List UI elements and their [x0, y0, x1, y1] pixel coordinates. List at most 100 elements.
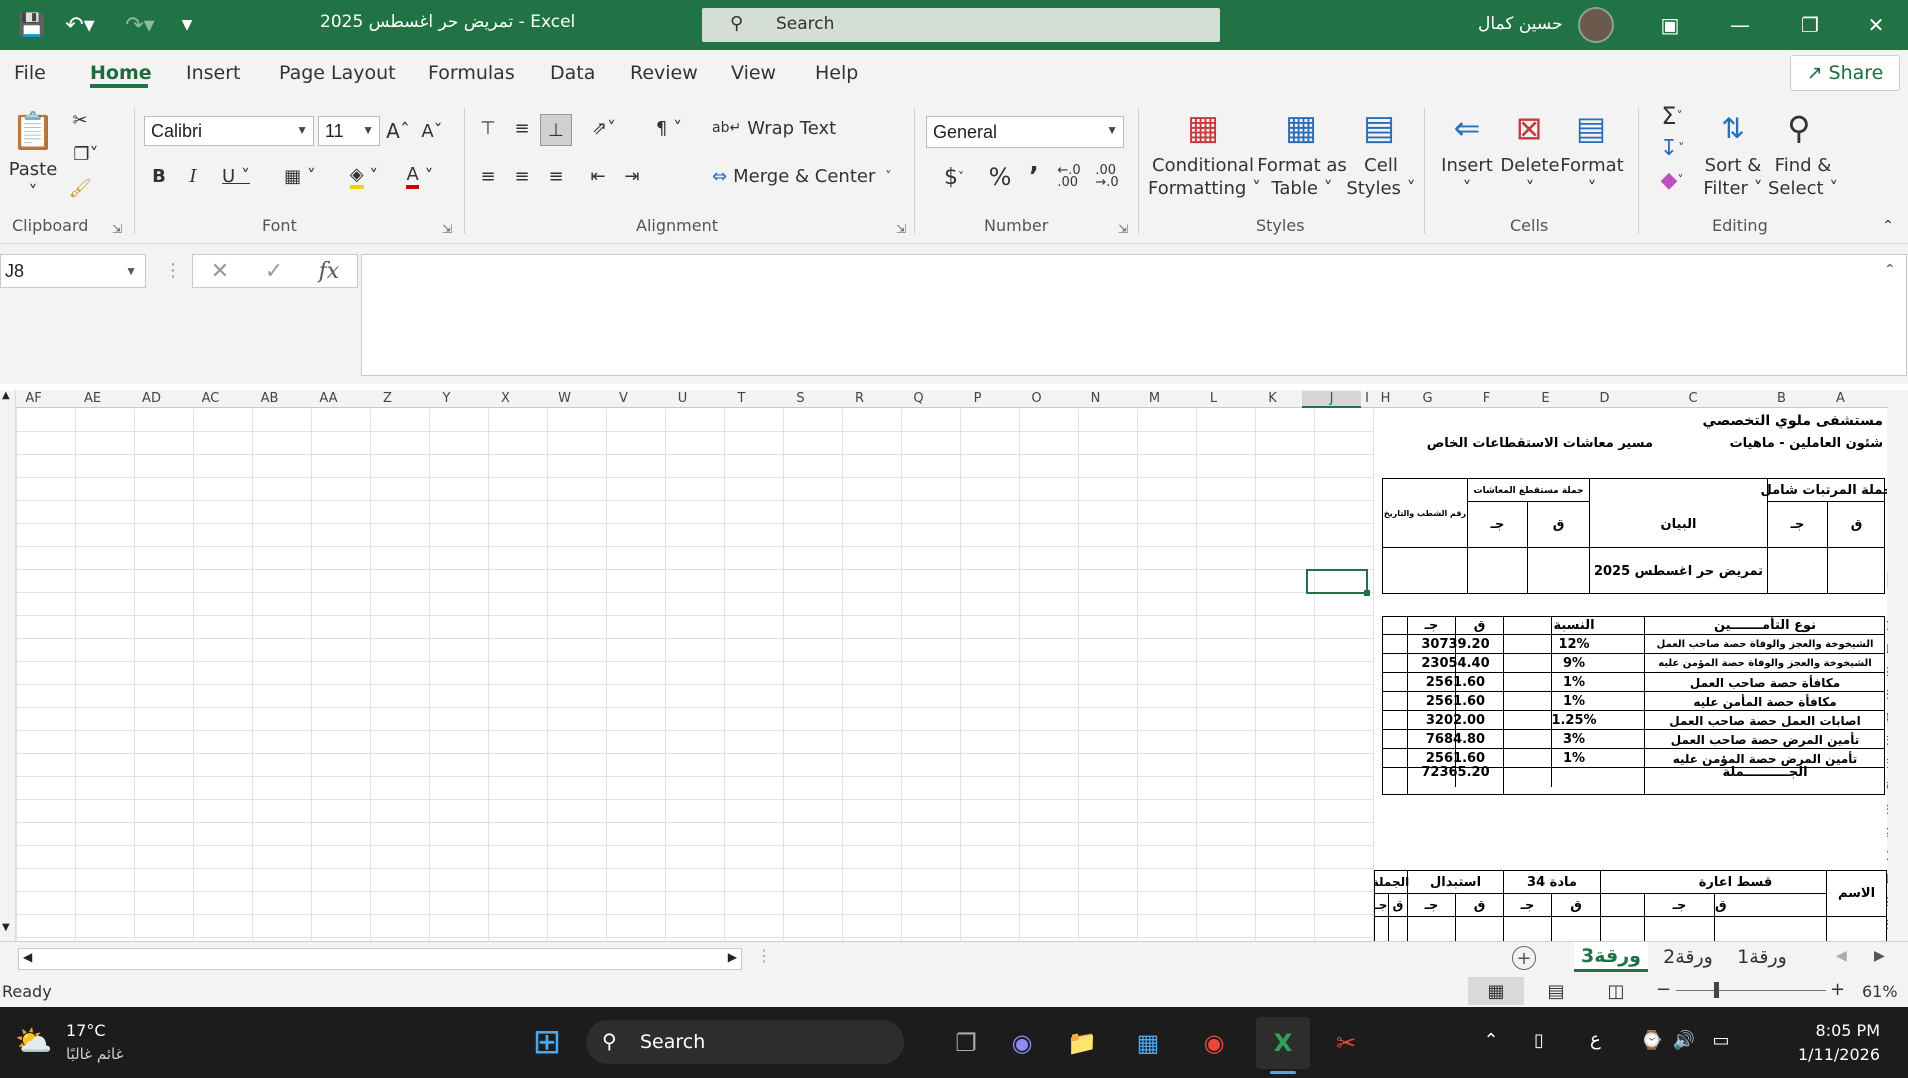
underline-icon[interactable]: U ˅ — [214, 162, 258, 190]
number-launcher-icon[interactable]: ⇲ — [1118, 222, 1128, 236]
increase-indent-icon[interactable]: ⇥ — [618, 162, 646, 190]
find-select-icon[interactable]: ⚲ — [1776, 106, 1822, 150]
zoom-out-icon[interactable]: − — [1656, 979, 1671, 1000]
column-header-b[interactable]: B — [1752, 391, 1811, 406]
comma-style-icon[interactable]: ’ — [1022, 162, 1046, 192]
minimize-icon[interactable]: — — [1710, 8, 1770, 42]
zoom-slider[interactable] — [1676, 990, 1826, 991]
tab-file[interactable]: File — [14, 62, 46, 84]
zoom-level[interactable]: 61% — [1862, 982, 1898, 1001]
column-header-d[interactable]: D — [1575, 391, 1634, 406]
column-header-ab[interactable]: AB — [240, 391, 299, 406]
close-icon[interactable]: ✕ — [1846, 8, 1906, 42]
increase-font-icon[interactable]: Aˆ — [384, 116, 412, 146]
align-center-icon[interactable]: ≡ — [508, 162, 536, 190]
battery-icon[interactable]: ▭ — [1706, 1025, 1736, 1055]
align-middle-icon[interactable]: ≡ — [508, 114, 536, 142]
excel-taskbar-icon[interactable]: X — [1256, 1017, 1310, 1069]
delete-cells-button[interactable]: Delete ˅ — [1498, 154, 1562, 200]
paste-icon[interactable]: 📋 — [10, 106, 56, 156]
tab-page-layout[interactable]: Page Layout — [279, 62, 396, 84]
weather-temp[interactable]: 17°C — [66, 1021, 106, 1040]
user-name[interactable]: حسين كمال — [1478, 14, 1563, 34]
number-format-select[interactable]: General ▼ — [926, 116, 1124, 148]
column-header-l[interactable]: L — [1184, 391, 1243, 406]
formula-bar-handle-icon[interactable]: ⋮ — [164, 260, 182, 281]
insert-cells-icon[interactable]: ⇐ — [1444, 106, 1490, 150]
collapse-ribbon-icon[interactable]: ⌃ — [1876, 216, 1900, 236]
font-size-select[interactable]: 11 ▼ — [318, 116, 380, 146]
cell-styles-button[interactable]: Cell Styles ˅ — [1346, 154, 1416, 200]
show-hidden-icons[interactable]: ⌃ — [1476, 1025, 1506, 1055]
scroll-right-icon[interactable]: ▶ — [728, 950, 737, 964]
clipboard-launcher-icon[interactable]: ⇲ — [112, 222, 122, 236]
selected-cell-j8[interactable] — [1306, 569, 1370, 596]
page-layout-view-icon[interactable]: ▤ — [1528, 977, 1584, 1005]
conditional-formatting-button[interactable]: Conditional Formatting ˅ — [1148, 154, 1261, 200]
share-button[interactable]: ↗ Share — [1790, 55, 1900, 91]
column-header-o[interactable]: O — [1007, 391, 1066, 406]
format-cells-icon[interactable]: ▤ — [1568, 106, 1614, 150]
wifi-icon[interactable]: ⌚ — [1638, 1025, 1666, 1055]
tab-split-handle-icon[interactable]: ⋮ — [756, 946, 772, 965]
volume-icon[interactable]: 🔊 — [1670, 1025, 1698, 1055]
select-all-corner[interactable] — [1888, 390, 1908, 941]
align-left-icon[interactable]: ≡ — [474, 162, 502, 190]
column-header-u[interactable]: U — [653, 391, 712, 406]
column-header-p[interactable]: P — [948, 391, 1007, 406]
sort-filter-icon[interactable]: ⇅ — [1710, 106, 1756, 150]
sheet-tab-1[interactable]: ورقة1 — [1726, 942, 1798, 972]
delete-cells-icon[interactable]: ⊠ — [1506, 106, 1552, 150]
format-painter-icon[interactable]: 🖌 — [66, 176, 94, 200]
zoom-slider-thumb[interactable] — [1714, 982, 1719, 998]
tab-view[interactable]: View — [731, 62, 776, 84]
increase-decimal-icon[interactable]: ←.0.00 — [1054, 162, 1084, 192]
paste-button[interactable]: Paste ˅ — [4, 158, 62, 204]
borders-icon[interactable]: ▦ ˅ — [276, 162, 324, 190]
restore-icon[interactable]: ❐ — [1780, 8, 1840, 42]
format-table-icon[interactable]: ▦ — [1278, 106, 1324, 150]
column-header-j[interactable]: J — [1302, 391, 1361, 408]
tab-insert[interactable]: Insert — [186, 62, 241, 84]
font-color-icon[interactable]: A ˅ — [396, 162, 444, 190]
column-header-r[interactable]: R — [830, 391, 889, 406]
windows-start-icon[interactable]: ⊞ — [528, 1022, 566, 1062]
align-bottom-icon[interactable]: ⊥ — [540, 114, 572, 146]
column-header-ae[interactable]: AE — [63, 391, 122, 406]
orientation-icon[interactable]: ⇗˅ — [582, 114, 626, 142]
decrease-indent-icon[interactable]: ⇤ — [584, 162, 612, 190]
bold-icon[interactable]: B — [148, 162, 170, 190]
find-select-button[interactable]: Find & Select ˅ — [1768, 154, 1838, 200]
scroll-down-icon[interactable]: ▼ — [2, 922, 10, 933]
rtl-direction-icon[interactable]: ¶ ˅ — [646, 114, 692, 142]
cut-icon[interactable]: ✂ — [68, 108, 92, 132]
column-header-q[interactable]: Q — [889, 391, 948, 406]
font-launcher-icon[interactable]: ⇲ — [442, 222, 452, 236]
save-icon[interactable]: 💾 — [14, 8, 50, 42]
weather-icon[interactable]: ⛅ — [14, 1021, 54, 1061]
sheet-tab-3[interactable]: ورقة3 — [1574, 942, 1648, 972]
insert-function-icon[interactable]: fx — [319, 259, 340, 284]
undo-icon[interactable]: ↶▾ — [58, 8, 102, 42]
column-header-w[interactable]: W — [535, 391, 594, 406]
wrap-text-button[interactable]: ab↵ Wrap Text — [712, 112, 872, 144]
column-header-aa[interactable]: AA — [299, 391, 358, 406]
usb-icon[interactable]: ▯ — [1524, 1025, 1554, 1055]
format-as-table-button[interactable]: Format as Table ˅ — [1256, 154, 1348, 200]
font-name-select[interactable]: Calibri ▼ — [144, 116, 314, 146]
customize-qat-icon[interactable]: ▼ — [172, 8, 202, 42]
weather-text[interactable]: غائم غالبًا — [66, 1045, 123, 1063]
zoom-in-icon[interactable]: + — [1830, 979, 1845, 1000]
column-header-n[interactable]: N — [1066, 391, 1125, 406]
tab-home[interactable]: Home — [90, 62, 152, 84]
column-header-ac[interactable]: AC — [181, 391, 240, 406]
file-explorer-icon[interactable]: 📁 — [1060, 1021, 1104, 1065]
task-view-icon[interactable]: ❐ — [944, 1021, 988, 1065]
input-language[interactable]: ع — [1590, 1029, 1601, 1050]
column-header-x[interactable]: X — [476, 391, 535, 406]
clock-date[interactable]: 1/11/2026 — [1770, 1045, 1880, 1064]
formula-input[interactable] — [361, 254, 1907, 376]
merge-center-button[interactable]: ⇔ Merge & Center ˅ — [712, 160, 892, 192]
column-header-h[interactable]: H — [1373, 391, 1398, 406]
add-sheet-icon[interactable]: + — [1512, 946, 1536, 970]
